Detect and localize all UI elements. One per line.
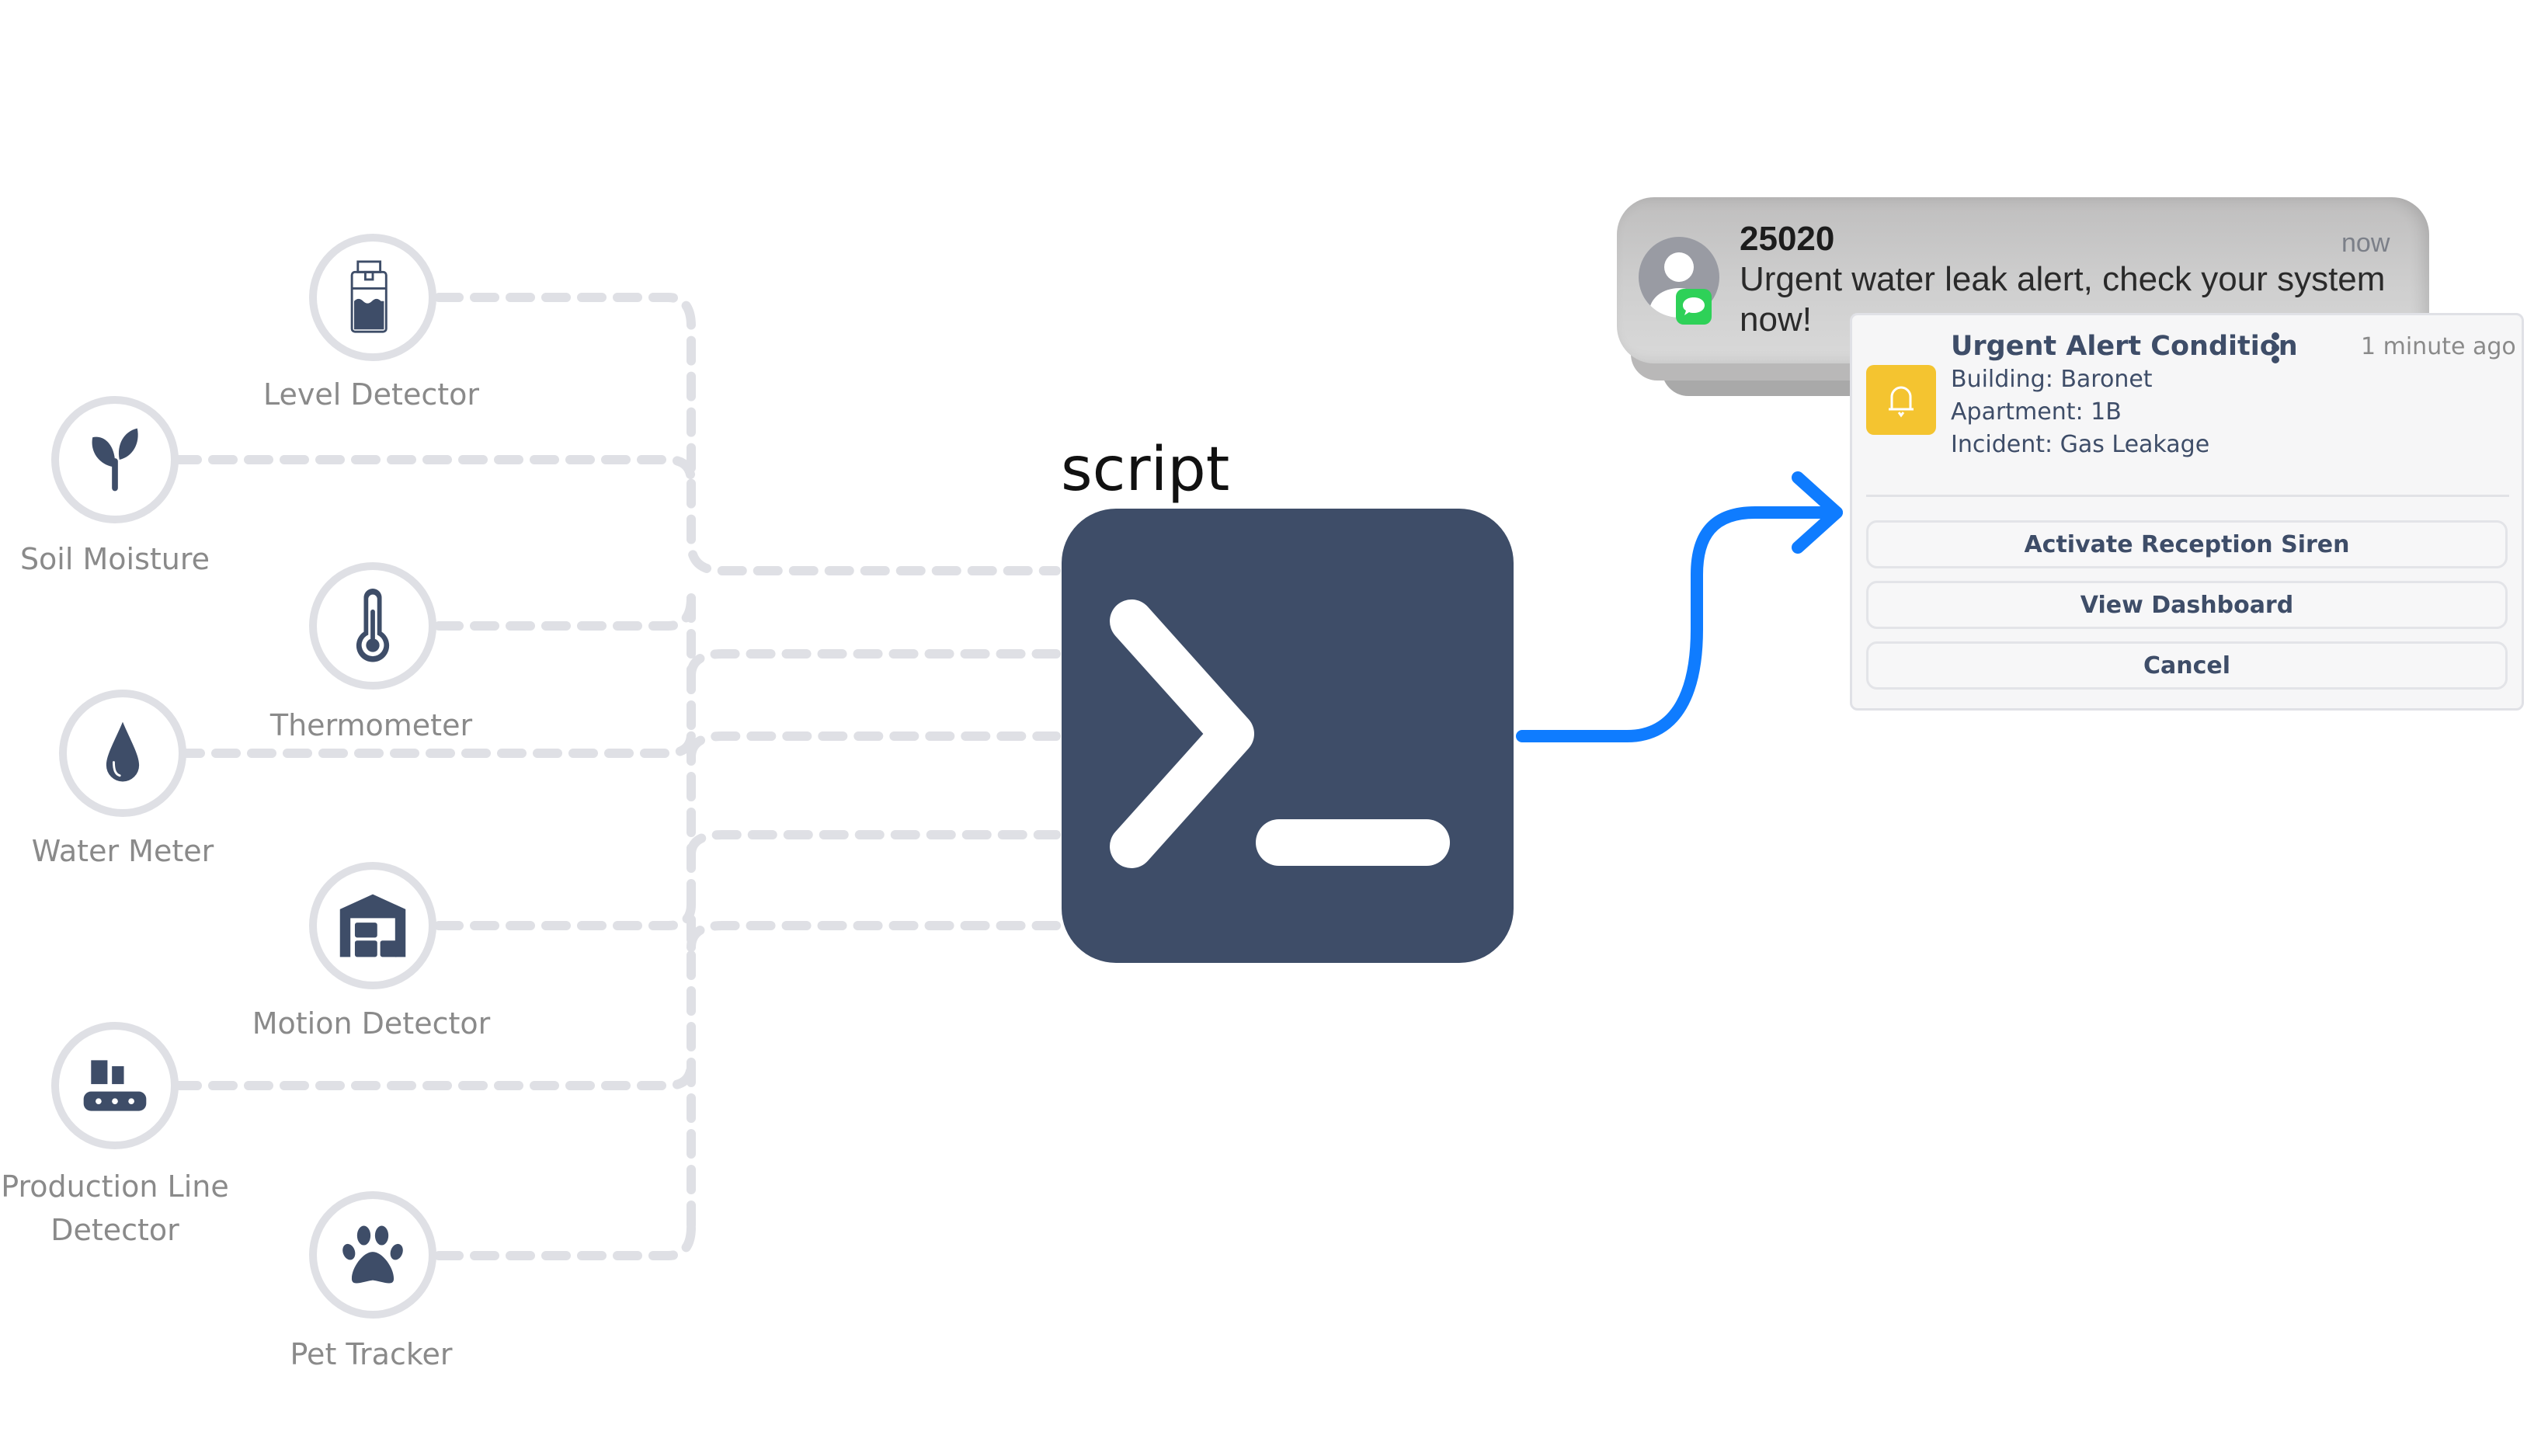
level-detector-icon xyxy=(350,260,388,333)
sensor-node-production[interactable] xyxy=(51,1022,179,1149)
sensor-label-production: Production Line Detector xyxy=(1,1169,229,1247)
sensor-node-water[interactable] xyxy=(59,690,186,817)
messages-app-icon xyxy=(1676,289,1712,325)
view-dashboard-button[interactable]: View Dashboard xyxy=(1866,581,2508,629)
connector-branch-3 xyxy=(687,731,1061,762)
sprout-icon xyxy=(92,428,138,492)
sensor-node-pet[interactable] xyxy=(309,1191,436,1319)
thermometer-icon xyxy=(356,589,390,662)
sensor-node-motion[interactable] xyxy=(309,862,436,989)
connector-motion xyxy=(434,900,696,930)
alert-divider xyxy=(1866,495,2509,497)
water-drop-icon xyxy=(106,721,140,782)
alert-building: Building: Baronet xyxy=(1951,366,2153,393)
flow-arrow xyxy=(1516,506,1843,742)
connector-branch-4 xyxy=(687,830,1061,859)
connector-branch-5 xyxy=(687,921,1061,952)
sensor-node-thermo[interactable] xyxy=(309,562,436,690)
warehouse-icon xyxy=(339,894,406,957)
sensor-label-motion: Motion Detector xyxy=(252,1006,491,1041)
flow-arrowhead xyxy=(1792,471,1843,554)
paw-icon xyxy=(342,1225,403,1284)
more-vertical-icon[interactable] xyxy=(2268,332,2283,363)
connector-pet xyxy=(434,1222,696,1260)
script-title: script xyxy=(1061,435,1230,505)
script-terminal[interactable] xyxy=(1062,509,1514,963)
alert-title: Urgent Alert Condition xyxy=(1951,331,2298,362)
activate-siren-button[interactable]: Activate Reception Siren xyxy=(1866,520,2508,568)
sensor-node-level[interactable] xyxy=(309,234,436,361)
terminal-prompt-icon xyxy=(1110,599,1450,868)
alert-apartment: Apartment: 1B xyxy=(1951,398,2122,426)
connector-production xyxy=(172,1059,696,1090)
connector-soil xyxy=(172,455,696,486)
connector-thermo xyxy=(434,593,696,631)
sms-sender: 25020 xyxy=(1740,220,1835,258)
sensor-label-water: Water Meter xyxy=(31,834,214,868)
conveyor-icon xyxy=(83,1060,147,1111)
sensor-node-soil[interactable] xyxy=(51,396,179,523)
alert-incident: Incident: Gas Leakage xyxy=(1951,431,2210,458)
connector-level xyxy=(434,293,1061,575)
sensor-label-thermo: Thermometer xyxy=(269,708,473,742)
alert-time: 1 minute ago xyxy=(2361,333,2516,360)
cancel-button[interactable]: Cancel xyxy=(1866,641,2508,690)
sensor-label-pet: Pet Tracker xyxy=(290,1337,453,1371)
connector-branch-2 xyxy=(687,649,1061,680)
sensor-label-soil: Soil Moisture xyxy=(19,542,210,576)
sensor-label-level: Level Detector xyxy=(263,377,479,412)
sms-time: now xyxy=(2341,228,2390,258)
bell-icon xyxy=(1866,365,1936,435)
